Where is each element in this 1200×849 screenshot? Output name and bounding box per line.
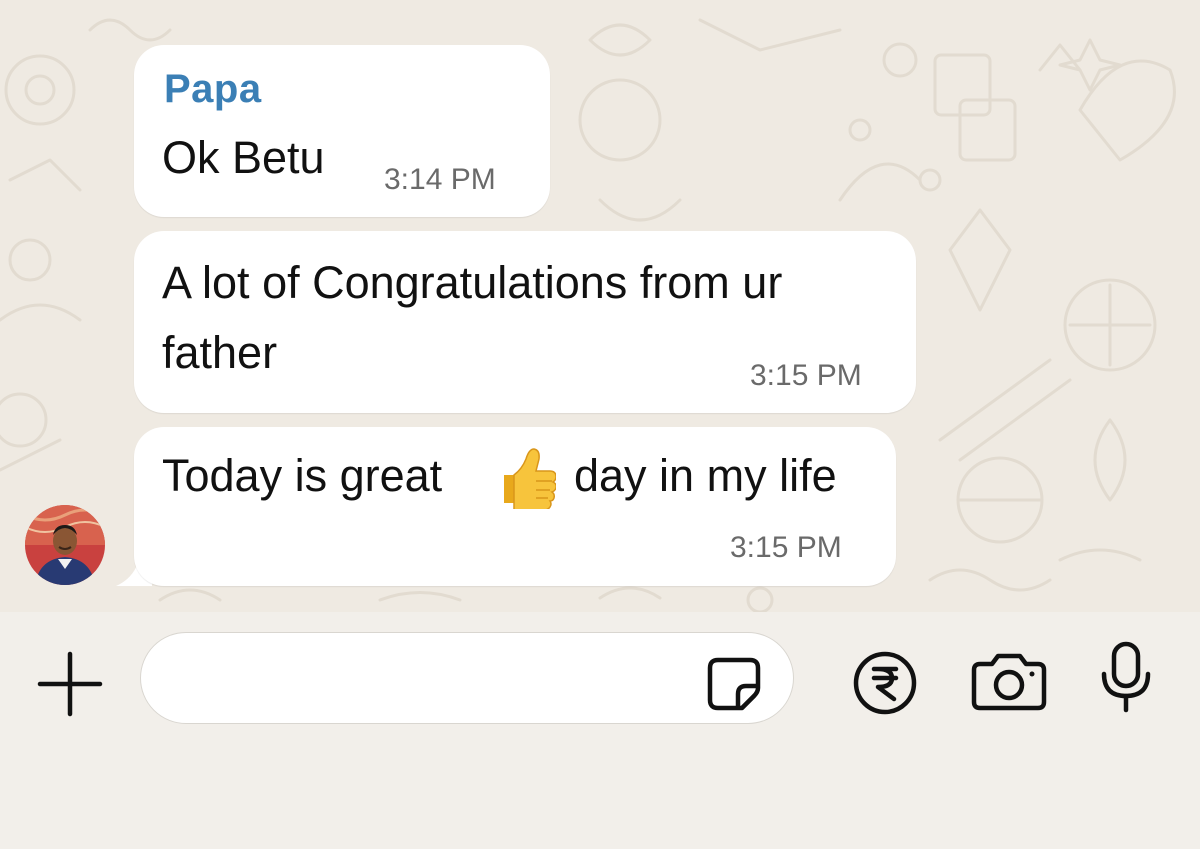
- message-text-line: A lot of Congratulations from ur: [162, 257, 783, 308]
- message-timestamp: 3:15 PM: [730, 531, 842, 564]
- message-text: Ok Betu: [162, 132, 325, 183]
- camera-icon[interactable]: [970, 650, 1048, 712]
- thumbs-up-icon: [496, 445, 556, 509]
- message-input[interactable]: [140, 632, 794, 724]
- message-text-line: father: [162, 327, 278, 378]
- microphone-icon[interactable]: [1096, 640, 1156, 716]
- message-text: day in my life: [574, 450, 837, 501]
- message-text: Today is great: [162, 450, 443, 501]
- sender-name: Papa: [164, 67, 262, 111]
- message-bubble[interactable]: A lot of Congratulations from ur father …: [134, 231, 916, 413]
- avatar[interactable]: [25, 505, 105, 585]
- chat-area[interactable]: Papa Ok Betu 3:14 PM A lot of Congratula…: [0, 0, 1200, 612]
- message-timestamp: 3:15 PM: [750, 359, 862, 392]
- sticker-icon[interactable]: [704, 654, 764, 714]
- rupee-icon[interactable]: [852, 650, 918, 716]
- message-bubble[interactable]: Papa Ok Betu 3:14 PM: [134, 45, 550, 217]
- message-bubble[interactable]: Today is great day in my life 3:15 PM: [134, 427, 896, 586]
- plus-icon[interactable]: [34, 648, 106, 720]
- message-timestamp: 3:14 PM: [384, 163, 496, 196]
